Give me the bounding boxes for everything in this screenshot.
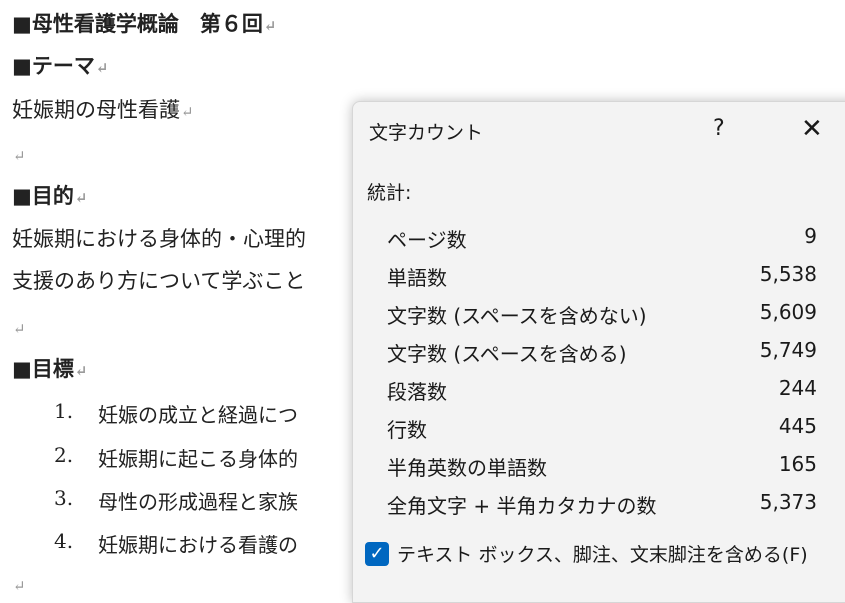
stat-value: 244 bbox=[778, 376, 817, 400]
close-button[interactable]: ✕ bbox=[801, 114, 823, 144]
checkbox-checked-icon[interactable]: ✓ bbox=[365, 541, 389, 566]
goal-number: 2. bbox=[54, 443, 74, 467]
paragraph-mark: ↵ bbox=[263, 17, 277, 35]
paragraph-mark: ↵ bbox=[95, 59, 109, 77]
stat-label: 段落数 bbox=[387, 380, 447, 404]
empty-line: ↵ bbox=[12, 570, 26, 600]
stat-value: 9 bbox=[804, 224, 817, 248]
goal-number: 1. bbox=[54, 399, 74, 423]
goals-heading-line: ■目標↵ bbox=[12, 355, 87, 385]
stat-value: 165 bbox=[778, 452, 817, 476]
stat-value: 5,609 bbox=[759, 300, 817, 324]
goal-text: 妊娠の成立と経過につ bbox=[98, 403, 298, 427]
goal-number: 3. bbox=[54, 486, 74, 510]
paragraph-mark: ↵ bbox=[181, 103, 194, 121]
stat-label: 全角文字 + 半角カタカナの数 bbox=[387, 494, 657, 518]
goal-number: 4. bbox=[54, 529, 74, 553]
paragraph-mark: ↵ bbox=[13, 577, 26, 595]
theme-text-line: 妊娠期の母性看護↵ bbox=[12, 96, 194, 126]
purpose-line-2: 支援のあり方について学ぶこと bbox=[12, 269, 306, 293]
paragraph-mark: ↵ bbox=[13, 320, 26, 338]
stat-label: 文字数 (スペースを含める) bbox=[387, 342, 627, 366]
stat-label: 行数 bbox=[387, 418, 427, 442]
statistics-label: 統計: bbox=[367, 182, 412, 204]
stat-value: 445 bbox=[778, 414, 817, 438]
doc-title-line: ■母性看護学概論 第６回↵ bbox=[12, 10, 276, 40]
paragraph-mark: ↵ bbox=[74, 362, 88, 380]
stat-value: 5,373 bbox=[759, 490, 817, 514]
goal-text: 妊娠期における看護の bbox=[98, 533, 298, 557]
stat-label: ページ数 bbox=[387, 228, 467, 252]
purpose-heading: ■目的 bbox=[12, 183, 74, 208]
stat-label: 半角英数の単語数 bbox=[387, 456, 547, 480]
goals-heading: ■目標 bbox=[12, 356, 74, 381]
include-textboxes-footnotes-checkbox[interactable]: ✓ テキスト ボックス、脚注、文末脚注を含める(F) bbox=[365, 540, 808, 567]
goal-text: 母性の形成過程と家族 bbox=[98, 490, 298, 514]
doc-title: ■母性看護学概論 第６回 bbox=[12, 11, 263, 36]
goal-text: 妊娠期に起こる身体的 bbox=[98, 447, 298, 471]
stat-value: 5,538 bbox=[759, 262, 817, 286]
checkbox-label: テキスト ボックス、脚注、文末脚注を含める(F) bbox=[397, 544, 808, 566]
theme-text: 妊娠期の母性看護 bbox=[12, 98, 180, 122]
paragraph-mark: ↵ bbox=[13, 147, 26, 165]
empty-line: ↵ bbox=[12, 140, 26, 170]
stat-value: 5,749 bbox=[759, 338, 817, 362]
theme-heading: ■テーマ bbox=[12, 53, 95, 78]
stat-label: 単語数 bbox=[387, 266, 447, 290]
paragraph-mark: ↵ bbox=[74, 189, 88, 207]
help-button[interactable]: ? bbox=[713, 116, 725, 141]
purpose-line-1: 妊娠期における身体的・心理的 bbox=[12, 227, 306, 251]
stat-label: 文字数 (スペースを含めない) bbox=[387, 304, 647, 328]
word-count-dialog: 文字カウント ? ✕ 統計: ページ数 9 単語数 5,538 文字数 (スペー… bbox=[352, 101, 845, 603]
empty-line: ↵ bbox=[12, 313, 26, 343]
dialog-title: 文字カウント bbox=[369, 122, 484, 144]
theme-heading-line: ■テーマ↵ bbox=[12, 52, 108, 82]
purpose-heading-line: ■目的↵ bbox=[12, 182, 87, 212]
